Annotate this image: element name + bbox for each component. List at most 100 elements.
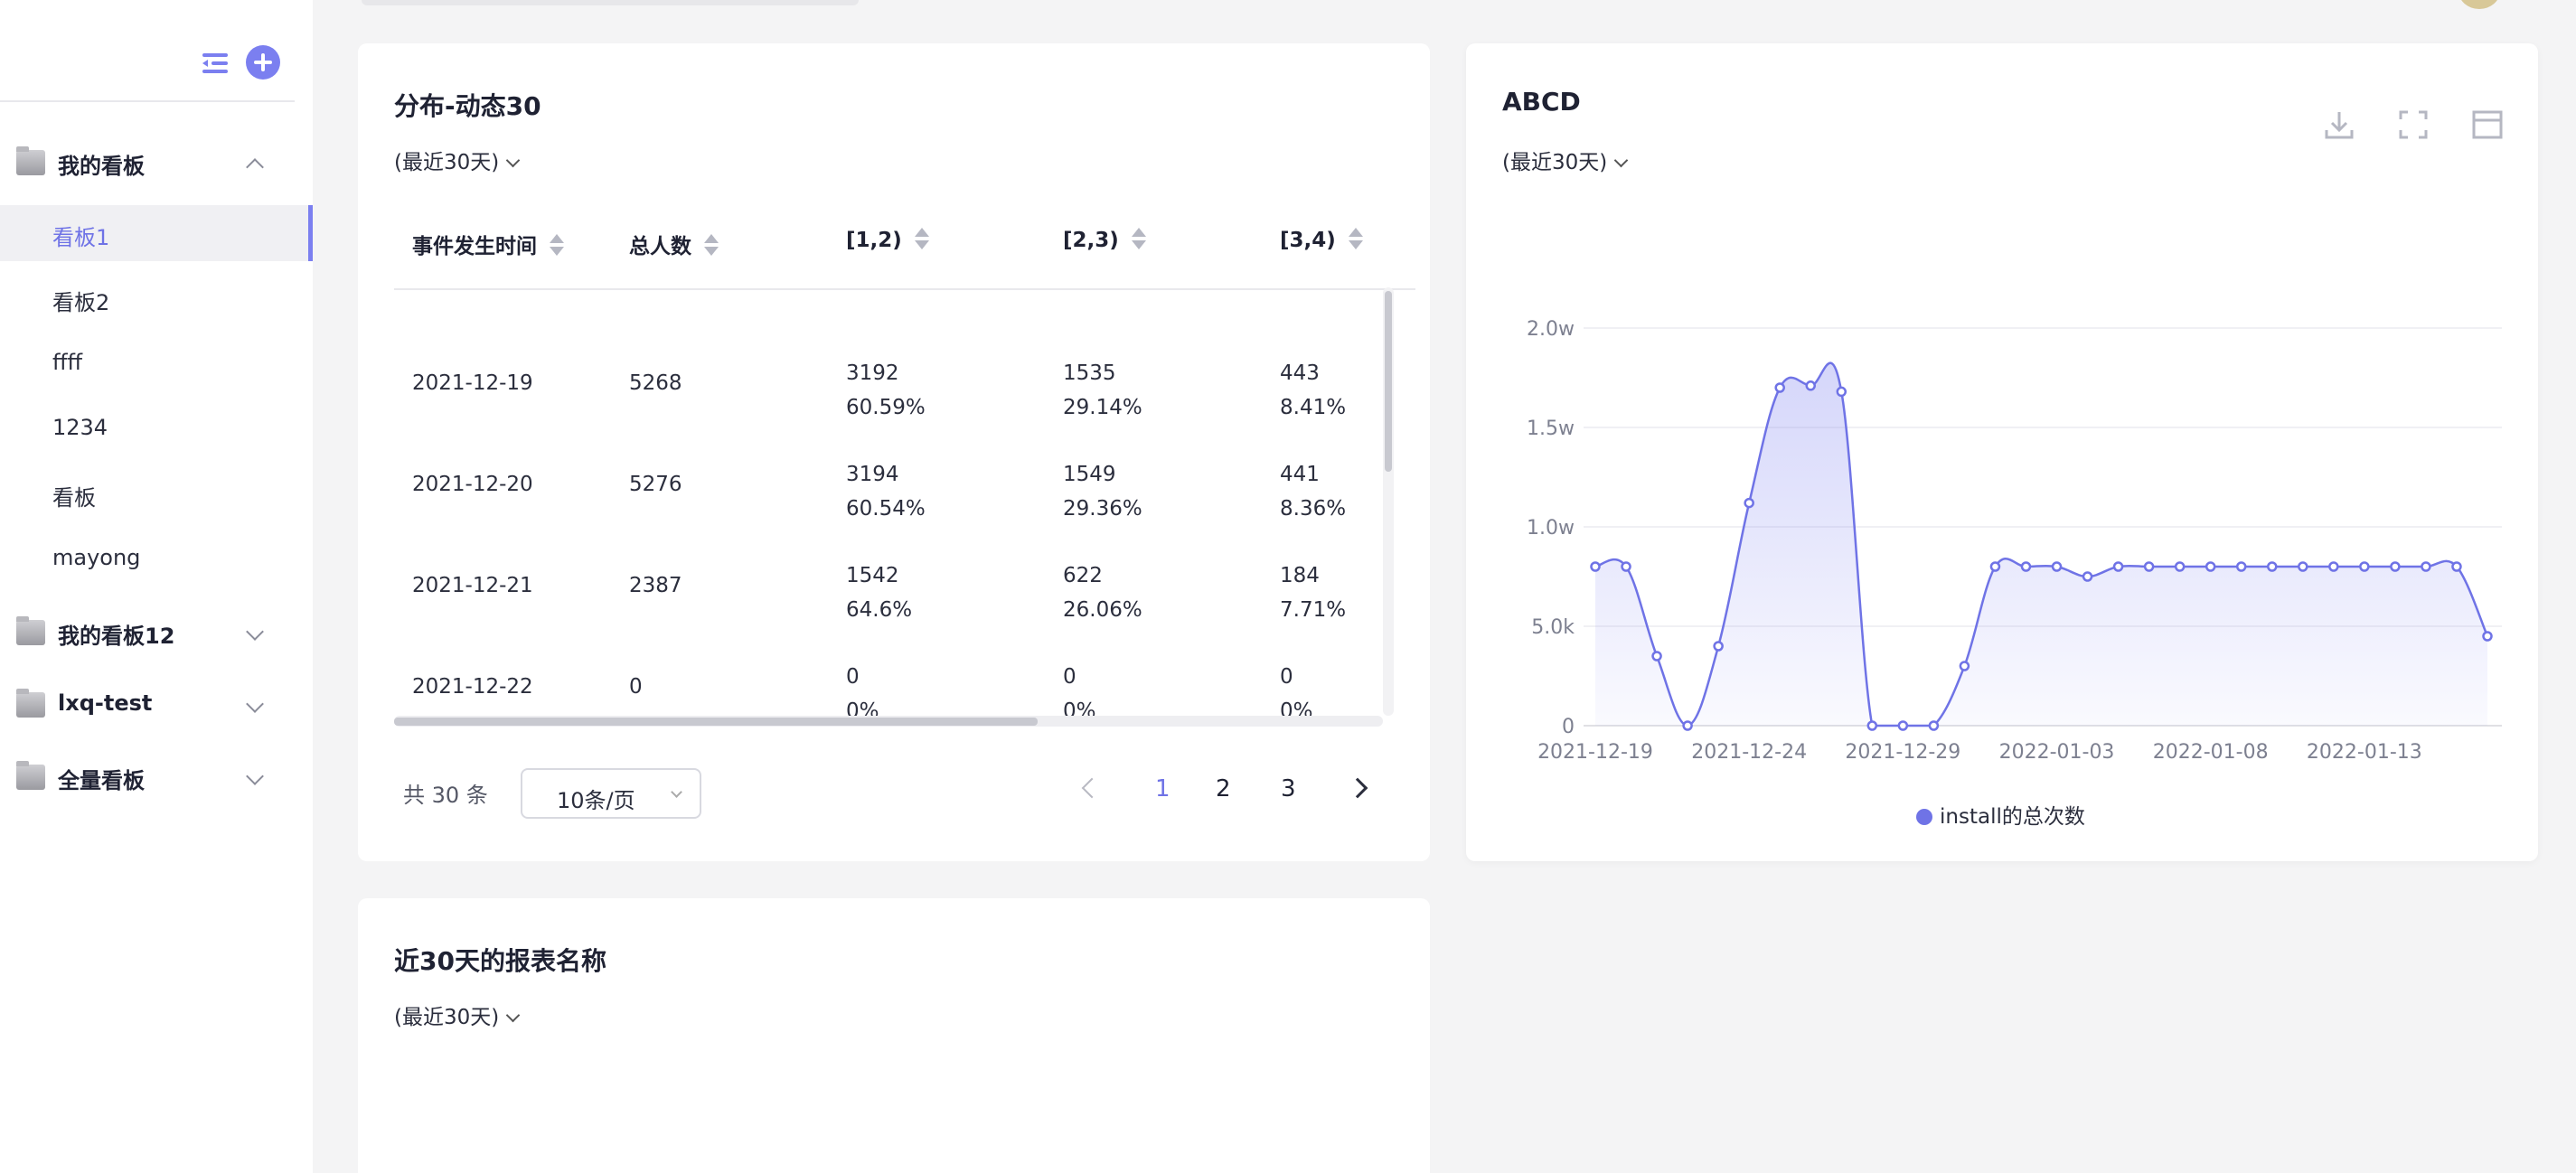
data-point[interactable]: [1651, 651, 1662, 662]
data-point[interactable]: [1621, 561, 1631, 572]
sidebar-group-lxq-test[interactable]: lxq-test: [0, 678, 313, 732]
cell-range-2-3: 622 26.06%: [1063, 535, 1142, 636]
column-header-date[interactable]: 事件发生时间: [412, 229, 564, 259]
data-point[interactable]: [1897, 720, 1909, 731]
data-point[interactable]: [2020, 561, 2032, 572]
sidebar-item-dashboard1[interactable]: 看板1: [0, 205, 313, 261]
column-header-total[interactable]: 总人数: [629, 229, 719, 259]
folder-icon: [16, 761, 45, 790]
chevron-down-icon[interactable]: [246, 695, 264, 713]
cell-percent: 60.54%: [846, 497, 926, 521]
sort-icon[interactable]: [1348, 227, 1363, 251]
data-point[interactable]: [1682, 720, 1693, 731]
cell-count: 0: [846, 665, 860, 689]
chevron-down-icon: [505, 1008, 521, 1023]
data-point[interactable]: [2328, 561, 2339, 572]
column-header-label: [1,2): [846, 229, 902, 252]
sidebar-item-dashboard[interactable]: 看板: [0, 465, 313, 521]
cell-count: 1542: [846, 564, 899, 587]
chevron-down-icon[interactable]: [246, 623, 264, 641]
table-row: 2021-12-21 2387 1542 64.6% 622 26.06% 184 7…: [394, 535, 1379, 636]
chevron-up-icon[interactable]: [246, 158, 264, 176]
sort-icon[interactable]: [550, 233, 564, 258]
data-point[interactable]: [2174, 561, 2186, 572]
cell-percent: 26.06%: [1063, 598, 1142, 622]
sort-icon[interactable]: [1131, 227, 1146, 251]
sidebar-item-ffff[interactable]: ffff: [0, 335, 313, 391]
page-2[interactable]: 2: [1216, 775, 1231, 802]
table-horizontal-scroll-thumb[interactable]: [394, 718, 1038, 726]
folder-icon: [16, 689, 45, 718]
cell-percent: 29.14%: [1063, 396, 1142, 419]
sidebar-item-label: ffff: [52, 350, 83, 375]
sidebar-header: [0, 0, 295, 102]
data-point[interactable]: [1805, 380, 1816, 391]
data-point[interactable]: [2051, 561, 2063, 572]
data-point[interactable]: [2482, 631, 2493, 642]
page-size-select[interactable]: 10条/页: [521, 768, 701, 819]
data-point[interactable]: [1744, 497, 1754, 509]
data-point[interactable]: [2298, 561, 2308, 572]
column-header-range-2-3[interactable]: [2,3): [1063, 227, 1146, 253]
table-vertical-scroll-thumb[interactable]: [1385, 291, 1392, 472]
chart-legend[interactable]: install的总次数: [1916, 799, 2085, 830]
data-point[interactable]: [2451, 561, 2462, 572]
cell-total: 2387: [629, 574, 682, 597]
data-point[interactable]: [2359, 561, 2370, 572]
data-point[interactable]: [1959, 661, 1970, 671]
data-point[interactable]: [2112, 561, 2124, 572]
data-point[interactable]: [2390, 561, 2401, 572]
data-point[interactable]: [1989, 561, 2001, 572]
avatar[interactable]: [2458, 0, 2500, 9]
sidebar-item-dashboard2[interactable]: 看板2: [0, 270, 313, 326]
data-point[interactable]: [2143, 561, 2155, 572]
data-point[interactable]: [1774, 382, 1785, 393]
data-point[interactable]: [1836, 386, 1847, 398]
folder-icon: [16, 146, 45, 175]
data-point[interactable]: [2082, 571, 2093, 582]
cell-count: 441: [1280, 463, 1320, 486]
period-select[interactable]: (最近30天): [394, 145, 521, 175]
page-3[interactable]: 3: [1281, 775, 1296, 802]
cell-range-1-2: 3192 60.59%: [846, 333, 926, 434]
sidebar-group-label: 我的看板12: [58, 624, 175, 649]
sort-icon[interactable]: [704, 233, 719, 258]
data-point[interactable]: [2421, 561, 2431, 572]
data-point[interactable]: [2267, 561, 2278, 572]
cell-count: 622: [1063, 564, 1103, 587]
page-1[interactable]: 1: [1155, 775, 1170, 802]
table-row: 2021-12-19 5268 3192 60.59% 1535 29.14% 44…: [394, 333, 1379, 434]
sidebar-item-mayong[interactable]: mayong: [0, 530, 313, 586]
add-dashboard-icon[interactable]: [246, 45, 280, 80]
sidebar-group-my-dashboard[interactable]: 我的看板: [0, 136, 313, 190]
data-point[interactable]: [1590, 561, 1601, 572]
chevron-down-icon: [671, 786, 682, 798]
data-point[interactable]: [1866, 720, 1878, 731]
data-point[interactable]: [2235, 561, 2247, 572]
table-card: 分布-动态30 (最近30天) 事件发生时间 总人数 [1,2) [2,3) […: [358, 43, 1430, 861]
column-header-label: 事件发生时间: [412, 235, 537, 258]
x-tick-label: 2021-12-24: [1691, 741, 1807, 764]
cell-count: 1535: [1063, 361, 1116, 385]
cell-range-3-4: 441 8.36%: [1280, 434, 1346, 535]
data-point[interactable]: [1928, 720, 1940, 731]
data-point[interactable]: [2205, 561, 2216, 572]
collapse-menu-icon[interactable]: [201, 51, 230, 76]
cell-count: 3192: [846, 361, 899, 385]
sidebar-item-label: 看板1: [52, 225, 110, 250]
x-tick-label: 2022-01-08: [2153, 741, 2269, 764]
data-point[interactable]: [1713, 641, 1724, 652]
sidebar-item-1234[interactable]: 1234: [0, 400, 313, 456]
card-title: 分布-动态30: [394, 91, 541, 121]
column-header-range-3-4[interactable]: [3,4): [1280, 227, 1363, 253]
y-tick-label: 0: [1562, 716, 1575, 738]
period-select[interactable]: (最近30天): [394, 999, 521, 1030]
sort-icon[interactable]: [914, 227, 929, 251]
sidebar-group-my-dashboard12[interactable]: 我的看板12: [0, 605, 313, 660]
sidebar-group-all-dashboards[interactable]: 全量看板: [0, 750, 313, 804]
chevron-down-icon[interactable]: [246, 767, 264, 785]
cell-count: 3194: [846, 463, 899, 486]
column-header-range-1-2[interactable]: [1,2): [846, 227, 929, 253]
sidebar-item-label: 看板2: [52, 290, 110, 315]
cell-count: 1549: [1063, 463, 1116, 486]
